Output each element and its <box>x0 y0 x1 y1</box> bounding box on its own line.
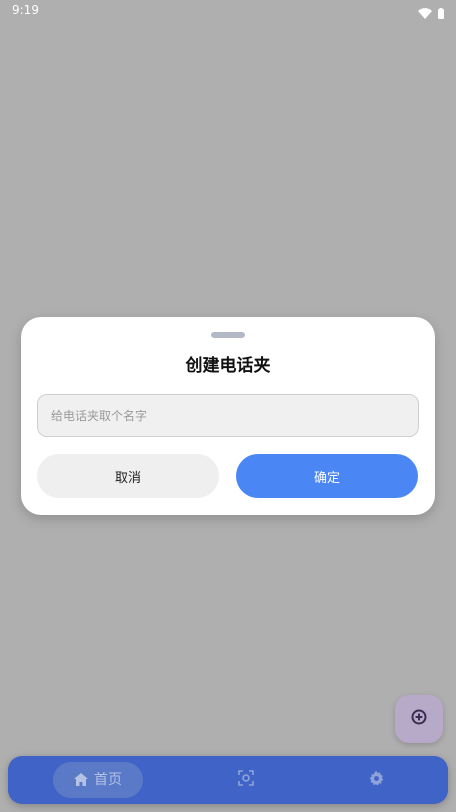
create-folder-dialog: 创建电话夹 取消 确定 <box>21 317 435 515</box>
status-bar: 9:19 <box>0 0 456 22</box>
folder-name-input[interactable] <box>37 394 419 437</box>
dialog-title: 创建电话夹 <box>185 356 271 376</box>
nav-item-home-label: 首页 <box>94 772 122 788</box>
nav-item-scan[interactable] <box>236 770 256 790</box>
settings-icon <box>369 770 384 790</box>
wifi-icon <box>418 4 432 23</box>
bottom-navigation: 首页 <box>8 756 448 804</box>
add-circle-icon <box>411 709 427 729</box>
home-icon <box>74 771 88 790</box>
scan-icon <box>238 770 254 790</box>
status-icons <box>418 4 444 23</box>
battery-icon <box>438 4 444 23</box>
confirm-button[interactable]: 确定 <box>236 454 418 498</box>
nav-item-settings[interactable] <box>366 770 386 790</box>
nav-item-home[interactable]: 首页 <box>53 762 143 798</box>
add-folder-fab[interactable] <box>395 695 443 743</box>
status-time: 9:19 <box>12 3 39 17</box>
drag-handle[interactable] <box>211 332 245 338</box>
cancel-button[interactable]: 取消 <box>37 454 219 498</box>
